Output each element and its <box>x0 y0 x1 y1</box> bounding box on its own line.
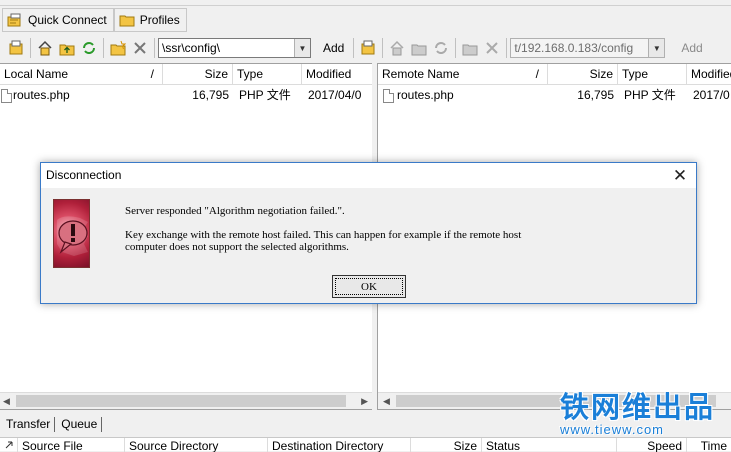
local-path-value: \ssr\config\ <box>162 41 221 55</box>
close-icon[interactable]: ✕ <box>664 163 696 188</box>
col-remote-name[interactable]: Remote Name / <box>378 64 548 85</box>
scroll-left-icon[interactable]: ◀ <box>3 396 10 407</box>
quick-connect-icon <box>7 13 23 27</box>
menu-strip <box>0 0 731 6</box>
remote-column-header: Remote Name / Size Type Modified <box>378 64 731 85</box>
quick-bar: Quick Connect Profiles <box>0 7 731 33</box>
toolbar-separator <box>353 38 355 58</box>
col-modified[interactable]: Modified <box>302 64 372 85</box>
file-type: PHP 文件 <box>624 88 676 102</box>
quick-connect-button[interactable]: Quick Connect <box>2 8 114 32</box>
dialog-line-1: Server responded "Algorithm negotiation … <box>125 205 345 217</box>
quick-connect-label: Quick Connect <box>28 13 107 27</box>
col-type[interactable]: Type <box>618 64 687 85</box>
dialog-title: Disconnection <box>46 168 122 182</box>
transfer-tabs: Transfer Queue <box>0 414 103 434</box>
disconnection-dialog: Disconnection ✕ Server responded "Algori… <box>40 162 697 304</box>
toolbar-separator <box>30 38 31 58</box>
col-modified[interactable]: Modified <box>687 64 731 85</box>
queue-col-destination-directory[interactable]: Destination Directory <box>268 438 411 452</box>
local-column-header: Local Name / Size Type Modified <box>0 64 372 85</box>
delete-icon[interactable] <box>132 40 148 56</box>
toolbar-separator <box>154 38 155 58</box>
watermark-url: www.tieww.com <box>559 422 665 437</box>
remote-path-value: t/192.168.0.183/config <box>514 41 634 55</box>
watermark: 铁网维出品 www.tieww.com <box>560 392 715 437</box>
scroll-thumb[interactable] <box>16 395 346 407</box>
refresh-icon <box>433 40 449 56</box>
up-folder-icon[interactable] <box>59 40 75 56</box>
tab-queue[interactable]: Queue <box>55 416 103 432</box>
profiles-button[interactable]: Profiles <box>113 8 187 32</box>
toolbar-separator <box>506 38 508 58</box>
queue-col-status[interactable]: Status <box>482 438 617 452</box>
file-size: 16,795 <box>577 88 614 102</box>
col-local-name[interactable]: Local Name / <box>0 64 163 85</box>
scroll-right-icon[interactable]: ▶ <box>361 396 368 407</box>
remote-path-combobox[interactable]: t/192.168.0.183/config ▼ <box>510 38 666 58</box>
local-add-button[interactable]: Add <box>317 41 350 55</box>
error-icon <box>53 199 90 268</box>
chevron-down-icon[interactable]: ▼ <box>294 39 310 57</box>
local-path-combobox[interactable]: \ssr\config\ ▼ <box>158 38 311 58</box>
chevron-down-icon[interactable]: ▼ <box>648 39 665 57</box>
queue-col-source-file[interactable]: Source File <box>18 438 125 452</box>
file-name: routes.php <box>397 88 454 102</box>
queue-col-direction[interactable] <box>0 438 18 452</box>
file-type: PHP 文件 <box>239 88 291 102</box>
scroll-left-icon[interactable]: ◀ <box>383 396 390 407</box>
toolbar-separator <box>455 38 457 58</box>
queue-col-time[interactable]: Time <box>687 438 731 452</box>
dialog-line-2: Key exchange with the remote host failed… <box>125 229 522 241</box>
col-size[interactable]: Size <box>163 64 233 85</box>
new-folder-icon <box>462 40 478 56</box>
profiles-label: Profiles <box>139 13 180 27</box>
home-icon <box>389 40 405 56</box>
file-size: 16,795 <box>192 88 229 102</box>
remote-add-button[interactable]: Add <box>675 41 708 55</box>
dialog-message: Server responded "Algorithm negotiation … <box>125 205 521 253</box>
queue-col-source-directory[interactable]: Source Directory <box>125 438 268 452</box>
local-view-icon[interactable] <box>8 40 24 56</box>
ok-button[interactable]: OK <box>332 275 406 298</box>
file-modified: 2017/0 <box>693 88 730 102</box>
dialog-titlebar[interactable]: Disconnection ✕ <box>41 163 696 188</box>
local-horizontal-scrollbar[interactable]: ◀ ▶ <box>0 392 372 409</box>
file-name: routes.php <box>13 88 70 102</box>
toolbar: \ssr\config\ ▼ Add t/192.168.0.183/confi… <box>0 36 731 60</box>
watermark-text: 铁网维出品 <box>559 392 715 424</box>
toolbar-separator <box>103 38 104 58</box>
col-type[interactable]: Type <box>233 64 302 85</box>
table-row[interactable]: routes.php 16,795 PHP 文件 2017/04/0 <box>0 86 372 105</box>
table-row[interactable]: routes.php 16,795 PHP 文件 2017/0 <box>378 86 731 105</box>
tab-transfer[interactable]: Transfer <box>0 416 56 432</box>
file-icon <box>383 89 394 103</box>
remote-view-icon[interactable] <box>360 40 376 56</box>
new-folder-icon[interactable] <box>110 40 127 56</box>
dialog-line-3: computer does not support the selected a… <box>125 241 349 253</box>
toolbar-separator <box>382 38 384 58</box>
delete-icon <box>484 40 500 56</box>
home-icon[interactable] <box>37 40 53 56</box>
queue-col-speed[interactable]: Speed <box>617 438 687 452</box>
profiles-folder-icon <box>119 13 135 27</box>
file-icon <box>1 89 12 103</box>
refresh-icon[interactable] <box>81 40 97 56</box>
col-size[interactable]: Size <box>548 64 618 85</box>
file-modified: 2017/04/0 <box>308 88 362 102</box>
queue-col-size[interactable]: Size <box>411 438 482 452</box>
up-folder-icon <box>411 40 427 56</box>
